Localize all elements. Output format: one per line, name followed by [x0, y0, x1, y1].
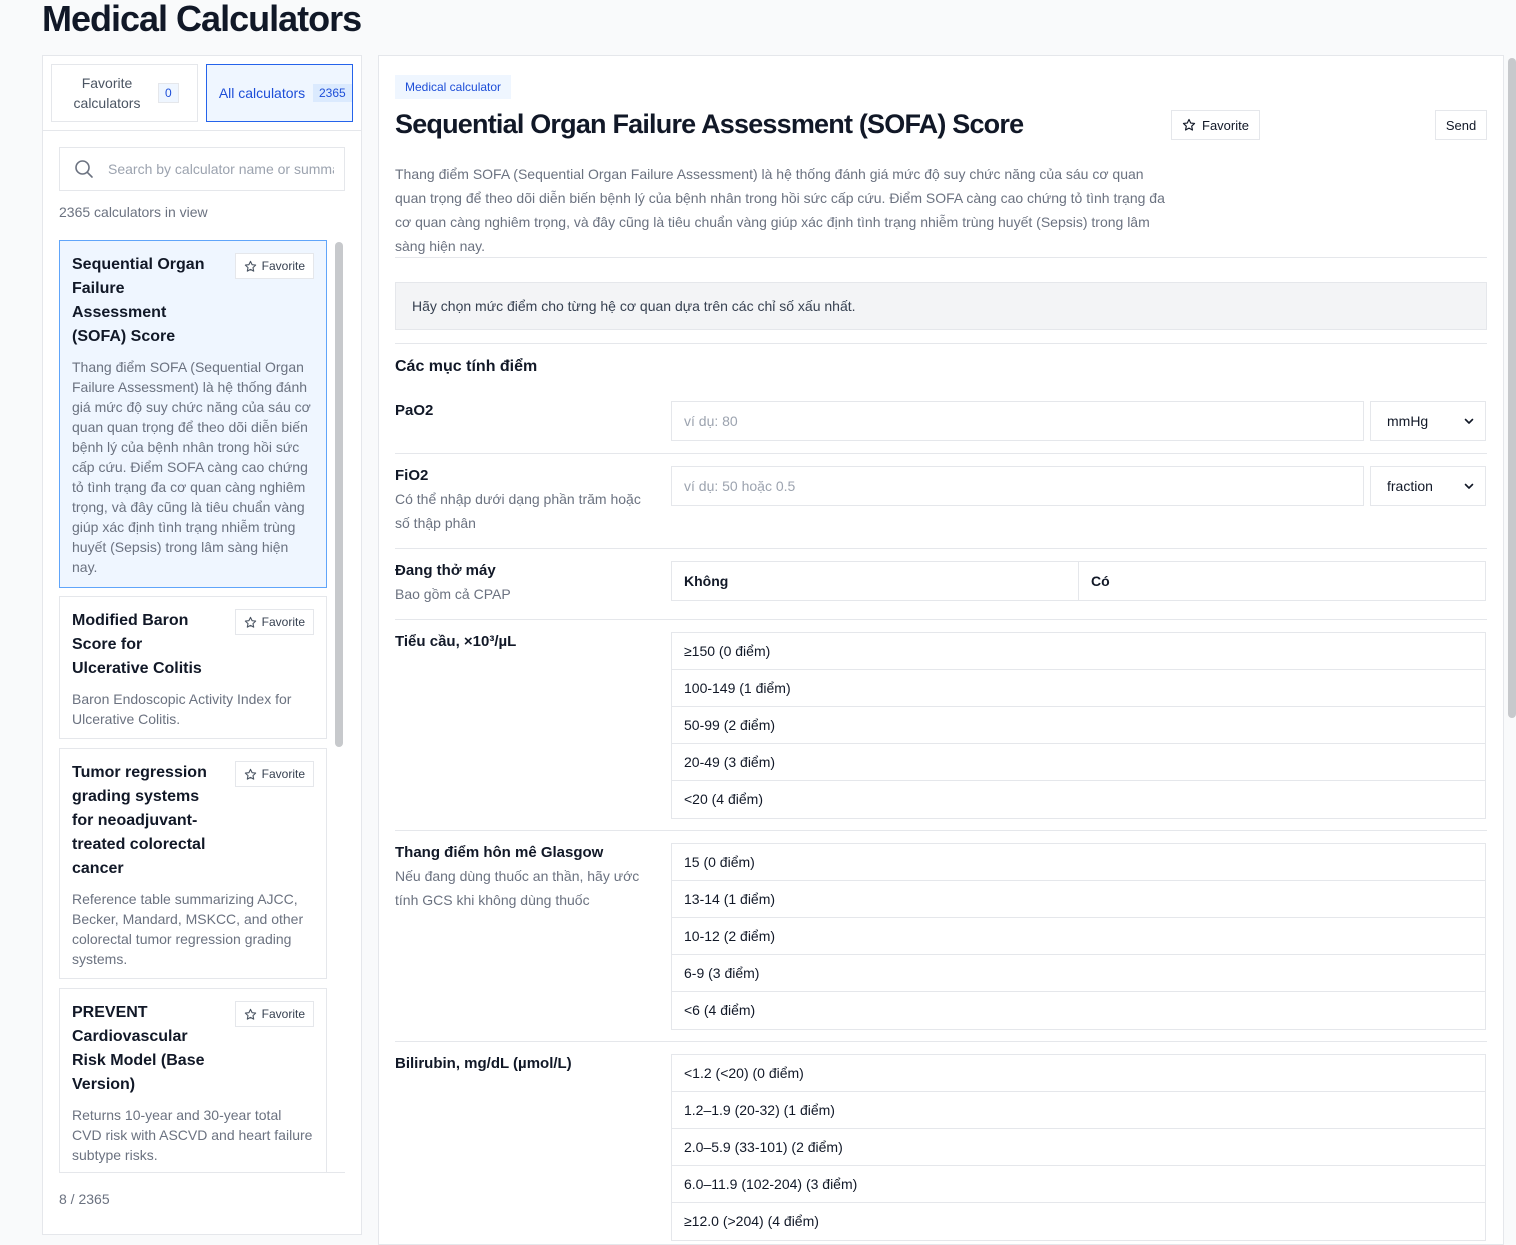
bilirubin-label: Bilirubin, mg/dL (µmol/L) [395, 1055, 572, 1072]
calculator-card-description: Returns 10-year and 30-year total CVD ri… [72, 1107, 313, 1163]
favorite-label: Favorite [261, 1007, 305, 1021]
platelets-option[interactable]: 50-99 (2 điểm) [672, 707, 1485, 744]
calculator-card-description: Reference table summarizing AJCC, Becker… [72, 891, 304, 967]
instruction-note: Hãy chọn mức điểm cho từng hệ cơ quan dự… [395, 282, 1487, 330]
tab-favorite-calculators[interactable]: Favorite calculators 0 [51, 64, 198, 122]
calculator-card-sofa[interactable]: Sequential Organ Failure Assessment (SOF… [59, 240, 327, 588]
calculator-card-description: Baron Endoscopic Activity Index for Ulce… [72, 691, 292, 727]
gcs-option[interactable]: 10-12 (2 điểm) [672, 918, 1485, 955]
platelets-options: ≥150 (0 điểm) 100-149 (1 điểm) 50-99 (2 … [671, 632, 1486, 819]
divider [395, 343, 1487, 344]
divider [395, 453, 1487, 454]
ventilation-option-yes[interactable]: Có [1078, 562, 1485, 600]
page-title: Medical Calculators [42, 0, 362, 39]
calculator-card-prevent[interactable]: PREVENT Cardiovascular Risk Model (Base … [59, 988, 327, 1172]
unit-value: mmHg [1387, 413, 1429, 429]
calculator-card-title: Sequential Organ Failure Assessment (SOF… [72, 256, 205, 345]
calculator-card-baron[interactable]: Modified Baron Score for Ulcerative Coli… [59, 596, 327, 739]
fio2-label: FiO2 [395, 467, 429, 484]
unit-value: fraction [1387, 478, 1433, 494]
category-badge: Medical calculator [395, 75, 512, 99]
favorite-label: Favorite [1202, 117, 1249, 133]
platelets-label: Tiểu cầu, ×10³/µL [395, 633, 517, 650]
pagination-status: 8 / 2365 [59, 1191, 110, 1207]
calculator-description: Thang điểm SOFA (Sequential Organ Failur… [395, 166, 1165, 254]
divider [395, 257, 1487, 258]
pao2-label: PaO2 [395, 402, 434, 419]
gcs-option[interactable]: 6-9 (3 điểm) [672, 955, 1485, 992]
results-count: 2365 calculators in view [59, 204, 208, 220]
star-icon [244, 260, 256, 272]
pao2-input[interactable] [671, 401, 1364, 441]
ventilation-option-no[interactable]: Không [672, 562, 1078, 600]
bilirubin-option[interactable]: ≥12.0 (>204) (4 điểm) [672, 1203, 1485, 1240]
divider [59, 1172, 345, 1173]
platelets-option[interactable]: 20-49 (3 điểm) [672, 744, 1485, 781]
bilirubin-option[interactable]: 6.0–11.9 (102-204) (3 điểm) [672, 1166, 1485, 1203]
ventilation-toggle: Không Có [671, 561, 1486, 601]
calculator-card-title: PREVENT Cardiovascular Risk Model (Base … [72, 1004, 205, 1093]
gcs-options: 15 (0 điểm) 13-14 (1 điểm) 10-12 (2 điểm… [671, 843, 1486, 1030]
calculator-list: Sequential Organ Failure Assessment (SOF… [59, 240, 327, 1172]
bilirubin-option[interactable]: 2.0–5.9 (33-101) (2 điểm) [672, 1129, 1485, 1166]
divider [43, 130, 361, 131]
platelets-option[interactable]: ≥150 (0 điểm) [672, 633, 1485, 670]
ventilation-label: Đang thở máy [395, 562, 496, 579]
divider [395, 548, 1487, 549]
calculator-card-tumor-regression[interactable]: Tumor regression grading systems for neo… [59, 748, 327, 979]
bilirubin-option[interactable]: 1.2–1.9 (20-32) (1 điểm) [672, 1092, 1485, 1129]
page-scrollbar[interactable] [1508, 58, 1516, 718]
list-scrollbar[interactable] [335, 240, 343, 1172]
fio2-unit-select[interactable]: fraction [1370, 466, 1486, 506]
favorite-label: Favorite [261, 259, 305, 273]
search-input[interactable] [106, 160, 336, 178]
calculator-card-title: Modified Baron Score for Ulcerative Coli… [72, 612, 202, 677]
scrollbar-thumb[interactable] [335, 242, 343, 747]
favorite-label: Favorite [261, 615, 305, 629]
tab-label: Favorite calculators [73, 75, 141, 111]
star-icon [244, 1008, 256, 1020]
tab-label: All calculators [218, 85, 306, 101]
bilirubin-option[interactable]: <1.2 (<20) (0 điểm) [672, 1055, 1485, 1092]
gcs-hint: Nếu đang dùng thuốc an thần, hãy ước tín… [395, 868, 640, 908]
platelets-option[interactable]: <20 (4 điểm) [672, 781, 1485, 818]
tab-all-calculators[interactable]: All calculators 2365 [206, 64, 353, 122]
tab-count-badge: 0 [158, 83, 179, 103]
divider [395, 830, 1487, 831]
favorite-button[interactable]: Favorite [234, 609, 314, 635]
fio2-hint: Có thể nhập dưới dạng phần trăm hoặc số … [395, 491, 641, 531]
favorite-button[interactable]: Favorite [1171, 110, 1260, 140]
chevron-down-icon [1464, 483, 1474, 489]
favorite-label: Favorite [261, 767, 305, 781]
tab-count-badge: 2365 [313, 84, 352, 102]
divider [395, 1041, 1487, 1042]
fio2-input[interactable] [671, 466, 1364, 506]
calculator-card-title: Tumor regression grading systems for neo… [72, 764, 207, 877]
section-title: Các mục tính điểm [395, 358, 538, 375]
gcs-label: Thang điểm hôn mê Glasgow [395, 844, 604, 861]
calculator-title: Sequential Organ Failure Assessment (SOF… [395, 109, 1024, 139]
calculator-sidebar: Favorite calculators 0 All calculators 2… [42, 55, 362, 1235]
divider [395, 619, 1487, 620]
platelets-option[interactable]: 100-149 (1 điểm) [672, 670, 1485, 707]
gcs-option[interactable]: 15 (0 điểm) [672, 844, 1485, 881]
star-icon [1182, 118, 1196, 131]
favorite-button[interactable]: Favorite [234, 1001, 314, 1027]
star-icon [244, 616, 256, 628]
send-button[interactable]: Send [1435, 110, 1487, 140]
chevron-down-icon [1464, 418, 1474, 424]
pao2-unit-select[interactable]: mmHg [1370, 401, 1486, 441]
search-icon [75, 160, 93, 178]
gcs-option[interactable]: <6 (4 điểm) [672, 992, 1485, 1029]
calculator-panel: Medical calculator Sequential Organ Fail… [378, 55, 1504, 1245]
search-box [59, 147, 345, 191]
bilirubin-options: <1.2 (<20) (0 điểm) 1.2–1.9 (20-32) (1 đ… [671, 1054, 1486, 1241]
ventilation-hint: Bao gồm cả CPAP [395, 586, 511, 602]
sidebar-tabs: Favorite calculators 0 All calculators 2… [51, 64, 353, 122]
gcs-option[interactable]: 13-14 (1 điểm) [672, 881, 1485, 918]
favorite-button[interactable]: Favorite [234, 761, 314, 787]
calculator-card-description: Thang điểm SOFA (Sequential Organ Failur… [72, 359, 311, 575]
favorite-button[interactable]: Favorite [234, 253, 314, 279]
star-icon [244, 768, 256, 780]
